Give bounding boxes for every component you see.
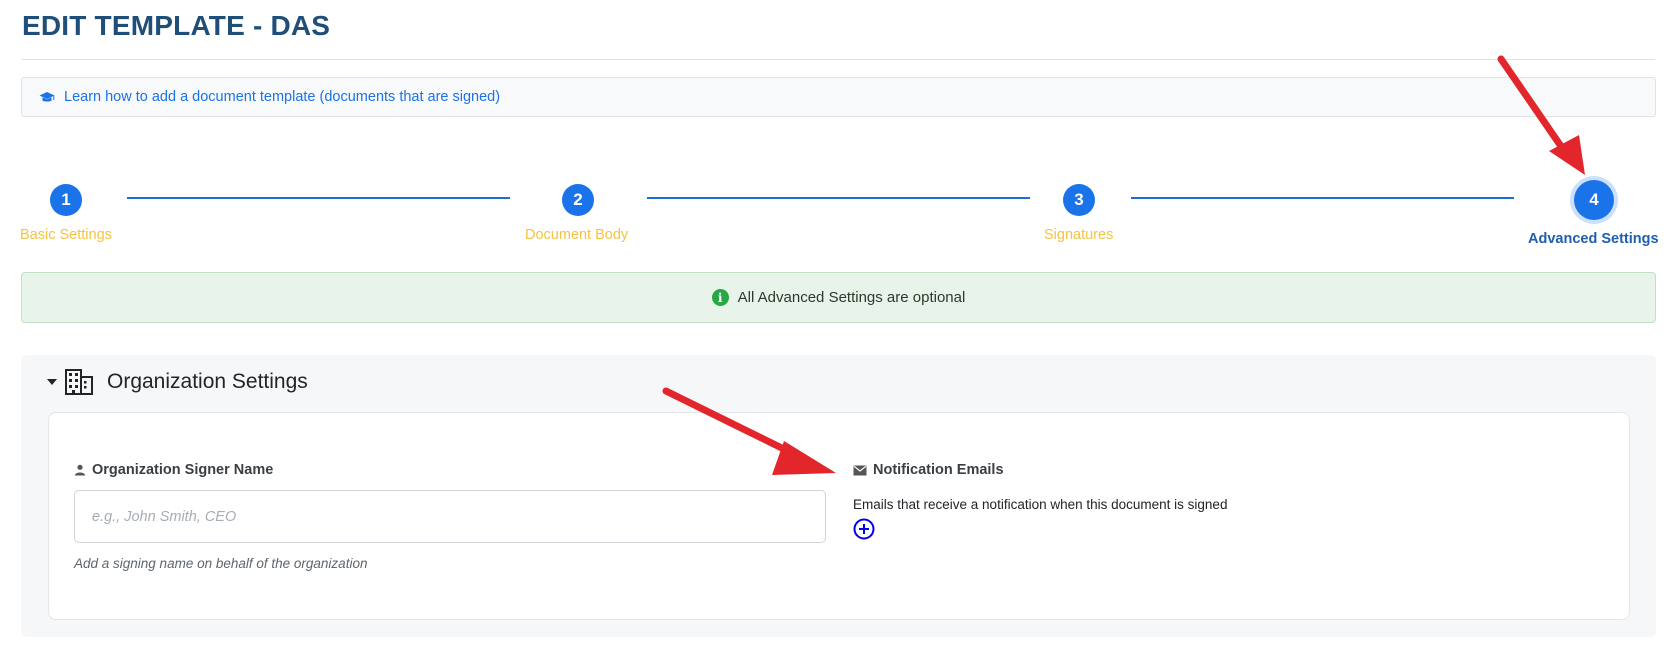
step-connector-3	[1131, 197, 1514, 199]
step-connector-1	[127, 197, 510, 199]
signer-name-input[interactable]	[74, 490, 826, 543]
organization-settings-section: Organization Settings Organization Signe…	[21, 355, 1656, 637]
step-1-circle[interactable]: 1	[50, 184, 82, 216]
title-divider	[22, 59, 1655, 60]
step-4-circle[interactable]: 4	[1574, 180, 1614, 220]
add-email-button[interactable]	[853, 518, 875, 540]
step-4-label[interactable]: Advanced Settings	[1528, 231, 1659, 247]
section-title: Organization Settings	[107, 370, 308, 393]
building-icon	[65, 369, 93, 395]
graduation-cap-icon	[39, 90, 55, 104]
step-2-circle[interactable]: 2	[562, 184, 594, 216]
signer-name-help: Add a signing name on behalf of the orga…	[74, 556, 368, 571]
notification-emails-description: Emails that receive a notification when …	[853, 497, 1228, 512]
info-icon: i	[711, 289, 729, 306]
annotation-arrow-step-4	[1497, 55, 1585, 175]
notification-emails-label: Notification Emails	[853, 462, 1004, 478]
plus-circle-icon	[853, 518, 875, 540]
step-3-circle[interactable]: 3	[1063, 184, 1095, 216]
envelope-icon	[853, 465, 867, 476]
step-connector-2	[647, 197, 1030, 199]
organization-settings-card: Organization Signer Name Add a signing n…	[48, 412, 1630, 620]
caret-down-icon	[47, 379, 57, 385]
signer-name-label: Organization Signer Name	[74, 462, 273, 478]
page-title: EDIT TEMPLATE - DAS	[22, 10, 331, 41]
step-3-label[interactable]: Signatures	[1044, 227, 1113, 243]
signer-name-label-text: Organization Signer Name	[92, 462, 274, 478]
notification-emails-label-text: Notification Emails	[873, 462, 1004, 478]
optional-settings-alert: i All Advanced Settings are optional	[21, 272, 1656, 323]
step-2-label[interactable]: Document Body	[525, 227, 628, 243]
person-icon	[74, 464, 86, 476]
section-toggle[interactable]: Organization Settings	[47, 369, 308, 395]
step-1-label[interactable]: Basic Settings	[20, 227, 112, 243]
alert-text: All Advanced Settings are optional	[737, 289, 966, 306]
help-link[interactable]: Learn how to add a document template (do…	[64, 89, 500, 105]
help-bar: Learn how to add a document template (do…	[21, 77, 1656, 117]
